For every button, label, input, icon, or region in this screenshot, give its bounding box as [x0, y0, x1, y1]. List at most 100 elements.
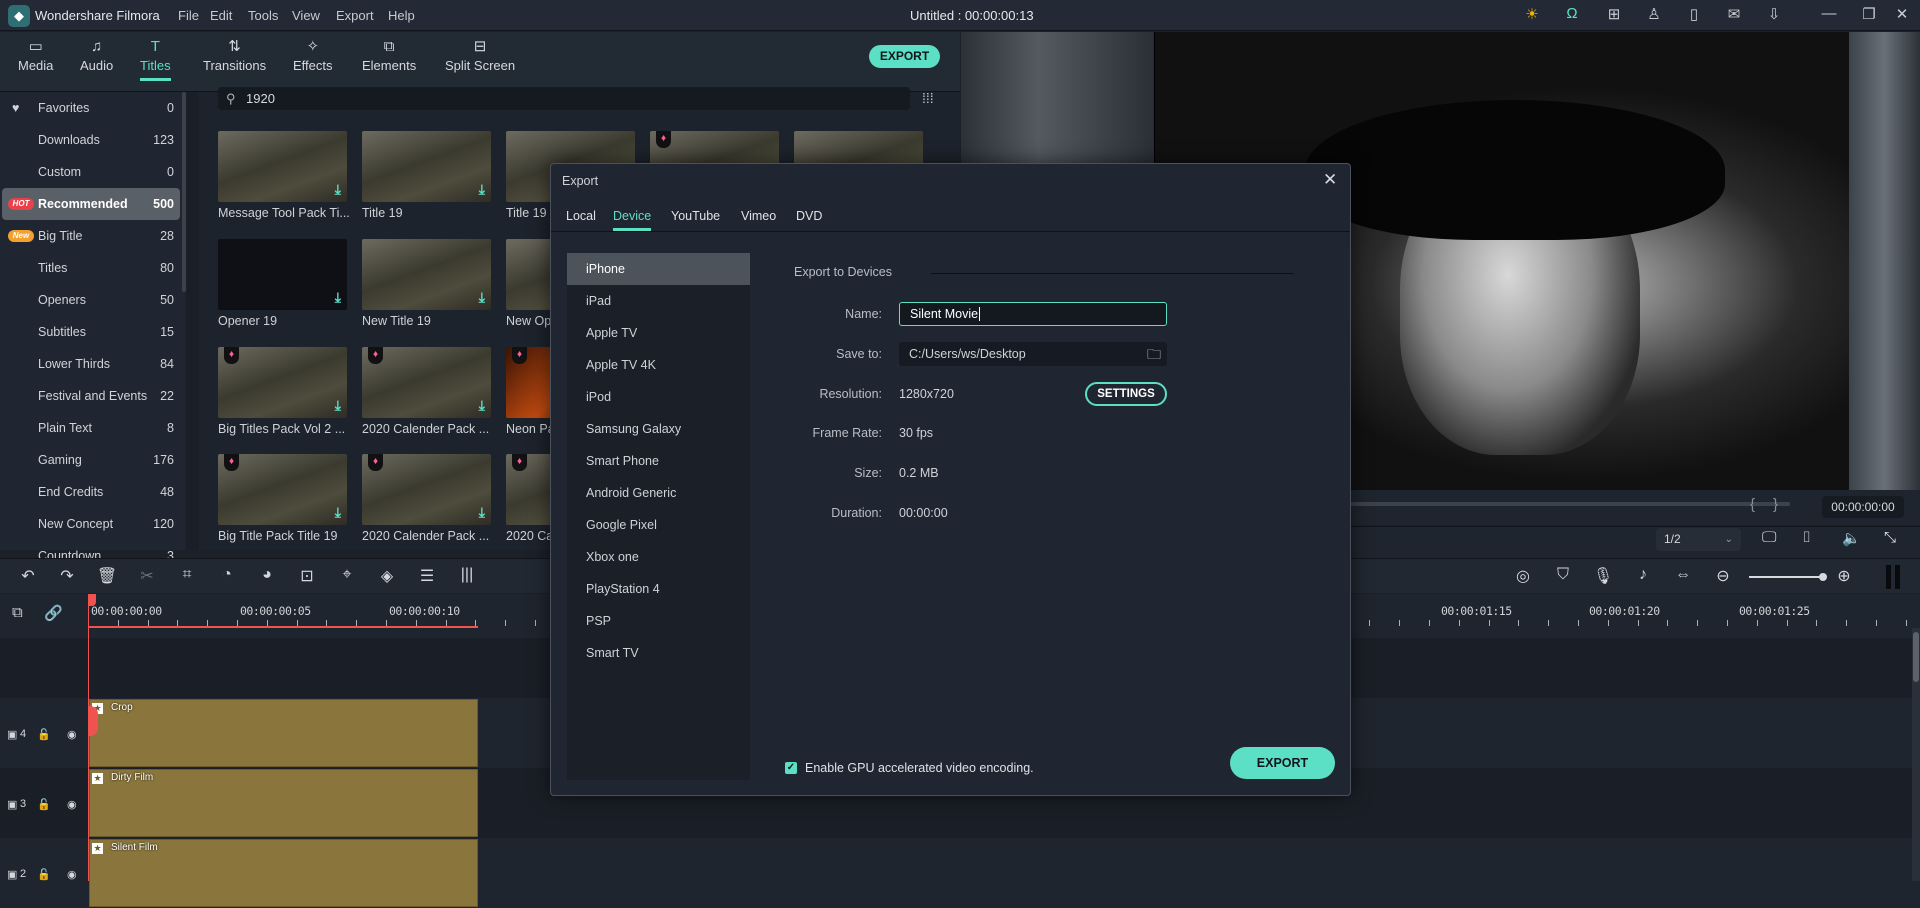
snapshot-icon[interactable]: ⌷: [1802, 529, 1811, 546]
eye-icon[interactable]: ◉: [67, 728, 77, 741]
lock-icon[interactable]: 🔓: [37, 798, 51, 811]
eye-icon[interactable]: ◉: [67, 798, 77, 811]
menu-edit[interactable]: Edit: [210, 8, 232, 23]
sidebar-item-plain-text[interactable]: Plain Text 8: [2, 412, 180, 444]
playhead-cut-marker[interactable]: [88, 706, 98, 736]
sidebar-item-new-concept[interactable]: New Concept 120: [2, 508, 180, 540]
download-icon[interactable]: ⇩: [1763, 5, 1785, 23]
volume-icon[interactable]: 🔈: [1842, 529, 1861, 547]
sidebar-item-subtitles[interactable]: Subtitles 15: [2, 316, 180, 348]
device-item-xbox-one[interactable]: Xbox one: [567, 541, 750, 573]
restore-icon[interactable]: ❐: [1858, 5, 1880, 23]
tab-split-screen[interactable]: ⊟ Split Screen: [445, 38, 515, 73]
playhead[interactable]: [88, 594, 89, 881]
device-item-apple-tv[interactable]: Apple TV: [567, 317, 750, 349]
minimize-icon[interactable]: —: [1818, 5, 1840, 22]
download-icon[interactable]: ⤓: [479, 504, 485, 521]
delete-icon[interactable]: 🗑: [96, 566, 118, 586]
export-button[interactable]: EXPORT: [1230, 747, 1335, 779]
zoom-slider-handle[interactable]: [1819, 573, 1827, 581]
tab-dvd[interactable]: DVD: [796, 209, 822, 223]
sidebar-item-festival-and-events[interactable]: Festival and Events 22: [2, 380, 180, 412]
title-thumbnail[interactable]: ⤓: [362, 131, 491, 202]
device-item-playstation-4[interactable]: PlayStation 4: [567, 573, 750, 605]
gift-icon[interactable]: ⊞: [1603, 5, 1625, 23]
tab-transitions[interactable]: ⇅ Transitions: [203, 38, 266, 73]
settings-button[interactable]: SETTINGS: [1085, 382, 1167, 406]
sidebar-item-lower-thirds[interactable]: Lower Thirds 84: [2, 348, 180, 380]
tab-local[interactable]: Local: [566, 209, 596, 223]
mail-icon[interactable]: ✉: [1723, 5, 1745, 23]
audio-waveform-icon[interactable]: |||: [456, 566, 478, 584]
tab-media[interactable]: ▭ Media: [18, 38, 53, 73]
sidebar-item-big-title[interactable]: New Big Title 28: [2, 220, 180, 252]
menu-tools[interactable]: Tools: [248, 8, 278, 23]
sidebar-item-end-credits[interactable]: End Credits 48: [2, 476, 180, 508]
tab-effects[interactable]: ✧ Effects: [293, 38, 333, 73]
title-thumbnail[interactable]: ♦⤓: [218, 347, 347, 418]
effect-clip[interactable]: ★ Crop: [89, 699, 478, 767]
preview-quality-select[interactable]: 1/2 ⌄: [1656, 528, 1741, 551]
menu-help[interactable]: Help: [388, 8, 415, 23]
menu-export[interactable]: Export: [336, 8, 374, 23]
redo-icon[interactable]: ↷: [56, 566, 78, 586]
tab-elements[interactable]: ⧉ Elements: [362, 38, 416, 73]
menu-view[interactable]: View: [292, 8, 320, 23]
download-icon[interactable]: ⤓: [335, 181, 341, 198]
search-input[interactable]: ⚲ 1920: [218, 87, 910, 110]
undo-icon[interactable]: ↶: [17, 566, 39, 586]
account-icon[interactable]: ♙: [1643, 5, 1665, 23]
tab-titles[interactable]: T Titles: [140, 38, 171, 81]
tab-youtube[interactable]: YouTube: [671, 209, 720, 223]
zoom-out-icon[interactable]: ⊖: [1712, 566, 1734, 586]
device-item-samsung-galaxy[interactable]: Samsung Galaxy: [567, 413, 750, 445]
green-screen-icon[interactable]: ⊡: [296, 566, 318, 586]
grid-view-icon[interactable]: ⁞⁞⁞: [922, 90, 934, 106]
render-icon[interactable]: ◎: [1512, 566, 1534, 586]
close-icon[interactable]: ✕: [1323, 170, 1337, 190]
playback-progress-slider[interactable]: [1350, 502, 1790, 506]
name-input[interactable]: Silent Movie: [899, 302, 1167, 326]
zoom-slider[interactable]: [1749, 576, 1823, 578]
device-item-apple-tv-4k[interactable]: Apple TV 4K: [567, 349, 750, 381]
save-to-field[interactable]: C:/Users/ws/Desktop 🗀: [899, 342, 1167, 366]
device-item-smart-phone[interactable]: Smart Phone: [567, 445, 750, 477]
keyframe-icon[interactable]: ◈: [376, 566, 398, 586]
sidebar-item-favorites[interactable]: ♥ Favorites 0: [2, 92, 180, 124]
speed-icon[interactable]: ◔: [216, 566, 238, 584]
close-icon[interactable]: ✕: [1891, 5, 1913, 23]
timeline-scrollbar[interactable]: [1912, 628, 1920, 881]
title-thumbnail[interactable]: ♦⤓: [362, 347, 491, 418]
device-item-psp[interactable]: PSP: [567, 605, 750, 637]
mark-in-out-icon[interactable]: {}: [1750, 496, 1796, 513]
playhead-handle[interactable]: [88, 594, 96, 606]
title-thumbnail[interactable]: ⤓: [362, 239, 491, 310]
cut-icon[interactable]: ✂: [136, 566, 158, 586]
display-icon[interactable]: 🖵: [1762, 529, 1776, 546]
device-item-smart-tv[interactable]: Smart TV: [567, 637, 750, 669]
device-item-iphone[interactable]: iPhone: [567, 253, 750, 285]
zoom-in-icon[interactable]: ⊕: [1833, 566, 1855, 586]
timeline-pause-icon[interactable]: [1886, 565, 1900, 589]
sidebar-item-titles[interactable]: Titles 80: [2, 252, 180, 284]
add-track-icon[interactable]: ⧉: [12, 604, 23, 621]
device-item-google-pixel[interactable]: Google Pixel: [567, 509, 750, 541]
freeze-frame-icon[interactable]: ⌖: [336, 566, 358, 584]
download-icon[interactable]: ⤓: [335, 397, 341, 414]
title-thumbnail[interactable]: ♦⤓: [362, 454, 491, 525]
lock-icon[interactable]: 🔓: [37, 728, 51, 741]
download-icon[interactable]: ⤓: [335, 289, 341, 306]
tab-audio[interactable]: ♫ Audio: [80, 38, 113, 73]
lightbulb-icon[interactable]: ☀: [1521, 5, 1543, 23]
tab-device[interactable]: Device: [613, 209, 651, 231]
download-icon[interactable]: ⤓: [479, 181, 485, 198]
audio-mixer-icon[interactable]: ♪: [1632, 566, 1654, 584]
download-icon[interactable]: ⤓: [335, 504, 341, 521]
download-icon[interactable]: ⤓: [479, 397, 485, 414]
crop-icon[interactable]: ⌗: [176, 566, 198, 584]
effect-clip[interactable]: ★ Dirty Film: [89, 769, 478, 837]
effect-clip[interactable]: ★ Silent Film: [89, 839, 478, 907]
device-item-ipad[interactable]: iPad: [567, 285, 750, 317]
marker-icon[interactable]: ⛉: [1552, 566, 1574, 584]
title-thumbnail[interactable]: ♦⤓: [218, 454, 347, 525]
